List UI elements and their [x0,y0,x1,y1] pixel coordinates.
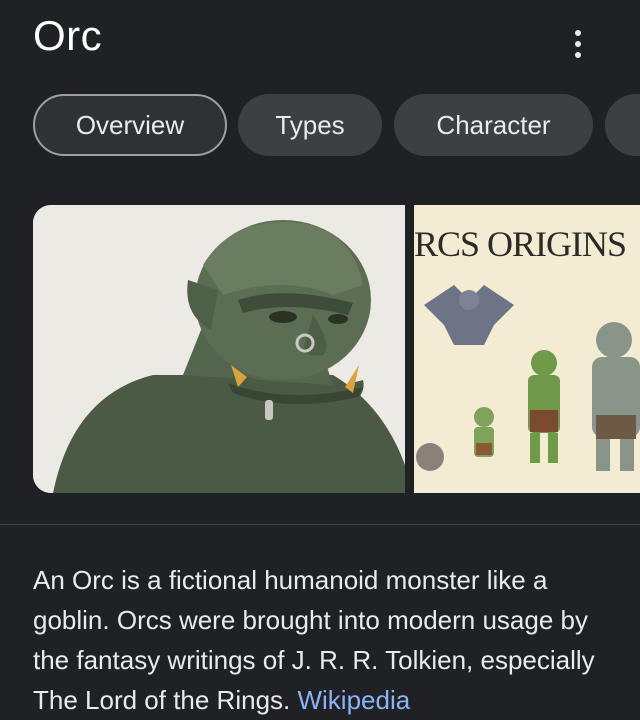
tab-bar: Overview Types Character [0,94,640,160]
section-divider [0,524,640,525]
tab-overview[interactable]: Overview [33,94,227,156]
tab-types[interactable]: Types [238,94,382,156]
page-title: Orc [33,12,103,59]
image-carousel: RCS ORIGINS [33,205,640,493]
more-vert-icon-dot [575,52,581,58]
more-options-button[interactable] [560,22,596,66]
tab-character[interactable]: Character [394,94,593,156]
more-vert-icon [575,30,581,36]
image-orcs-origins[interactable]: RCS ORIGINS [414,205,640,493]
image-banner-text: RCS ORIGINS [414,224,627,264]
tab-more[interactable] [605,94,640,156]
wikipedia-link[interactable]: Wikipedia [297,685,410,715]
more-vert-icon-dot [575,41,581,47]
description-text: An Orc is a fictional humanoid monster l… [33,560,623,720]
orc-sculpture-picture [33,205,405,493]
image-orc-sculpture[interactable] [33,205,405,493]
